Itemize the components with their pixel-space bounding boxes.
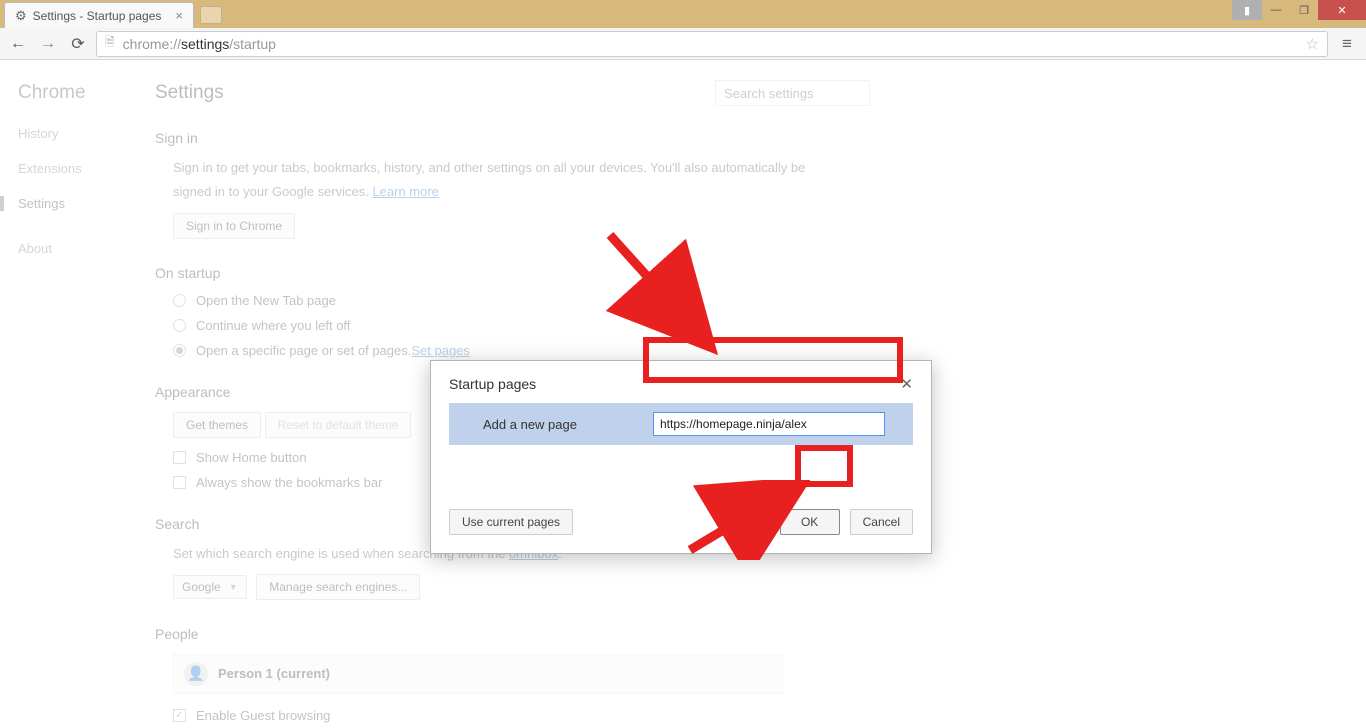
chrome-menu-button[interactable]: ≡ <box>1334 31 1360 57</box>
url-host: settings <box>181 36 229 52</box>
use-current-pages-button[interactable]: Use current pages <box>449 509 573 535</box>
signin-text-1: Sign in to get your tabs, bookmarks, his… <box>173 160 805 175</box>
startup-heading: On startup <box>155 265 875 281</box>
ok-button[interactable]: OK <box>780 509 840 535</box>
brand-heading: Chrome <box>18 82 127 104</box>
manage-search-button[interactable]: Manage search engines... <box>256 574 420 600</box>
tab-title: Settings - Startup pages <box>33 9 162 23</box>
settings-sidebar: Chrome History Extensions Settings About <box>0 60 145 298</box>
section-signin: Sign in Sign in to get your tabs, bookma… <box>155 130 875 239</box>
reset-theme-button[interactable]: Reset to default theme <box>265 412 412 438</box>
bookmark-star-icon[interactable]: ☆ <box>1306 35 1319 53</box>
section-startup: On startup Open the New Tab page Continu… <box>155 265 875 358</box>
caret-down-icon: ▼ <box>229 582 238 592</box>
signin-button[interactable]: Sign in to Chrome <box>173 213 295 239</box>
url-suffix: /startup <box>229 36 276 52</box>
sidebar-item-extensions[interactable]: Extensions <box>18 161 127 176</box>
sidebar-item-settings[interactable]: Settings <box>0 196 127 211</box>
learn-more-link[interactable]: Learn more <box>372 184 438 199</box>
dialog-close-icon[interactable]: ✕ <box>900 375 913 393</box>
minimize-button[interactable]: — <box>1262 0 1290 20</box>
window-titlebar: ⚙ Settings - Startup pages × ▮ — ❐ ✕ <box>0 0 1366 28</box>
radio-continue[interactable]: Continue where you left off <box>173 318 875 333</box>
section-people: People 👤 Person 1 (current) ✓Enable Gues… <box>155 626 875 723</box>
window-controls: ▮ — ❐ ✕ <box>1232 0 1366 20</box>
people-heading: People <box>155 626 875 642</box>
page-icon: 🗎 <box>105 33 115 54</box>
radio-specific-page[interactable]: Open a specific page or set of pages. Se… <box>173 343 875 358</box>
user-icon[interactable]: ▮ <box>1232 0 1262 20</box>
new-tab-button[interactable] <box>200 6 222 24</box>
address-bar[interactable]: 🗎 chrome://settings/startup ☆ <box>96 31 1328 57</box>
cancel-button[interactable]: Cancel <box>850 509 913 535</box>
url-prefix: chrome:// <box>123 36 181 52</box>
maximize-button[interactable]: ❐ <box>1290 0 1318 20</box>
page-content: Chrome History Extensions Settings About… <box>0 60 1366 728</box>
sidebar-item-about[interactable]: About <box>18 241 127 256</box>
checkbox-guest-browsing[interactable]: ✓Enable Guest browsing <box>173 708 875 723</box>
avatar-icon: 👤 <box>184 662 208 686</box>
set-pages-link[interactable]: Set pages <box>411 343 470 358</box>
add-page-row: Add a new page <box>449 403 913 445</box>
gear-icon: ⚙ <box>15 8 27 24</box>
reload-button[interactable]: ⟳ <box>66 32 90 56</box>
radio-new-tab[interactable]: Open the New Tab page <box>173 293 875 308</box>
sidebar-item-history[interactable]: History <box>18 126 127 141</box>
add-page-label: Add a new page <box>483 417 653 432</box>
signin-text-2: signed in to your Google services. <box>173 184 372 199</box>
forward-button[interactable]: → <box>36 32 60 56</box>
close-window-button[interactable]: ✕ <box>1318 0 1366 20</box>
browser-toolbar: ← → ⟳ 🗎 chrome://settings/startup ☆ ≡ <box>0 28 1366 60</box>
startup-pages-dialog: Startup pages ✕ Add a new page Use curre… <box>430 360 932 554</box>
browser-tab[interactable]: ⚙ Settings - Startup pages × <box>4 2 194 28</box>
signin-heading: Sign in <box>155 130 875 146</box>
startup-url-input[interactable] <box>653 412 885 436</box>
person-row[interactable]: 👤 Person 1 (current) <box>173 654 783 694</box>
person-name: Person 1 (current) <box>218 666 330 681</box>
back-button[interactable]: ← <box>6 32 30 56</box>
search-engine-select[interactable]: Google▼ <box>173 575 247 599</box>
close-tab-icon[interactable]: × <box>175 8 183 23</box>
get-themes-button[interactable]: Get themes <box>173 412 261 438</box>
dialog-title: Startup pages <box>449 376 536 392</box>
search-settings-input[interactable] <box>715 80 870 106</box>
